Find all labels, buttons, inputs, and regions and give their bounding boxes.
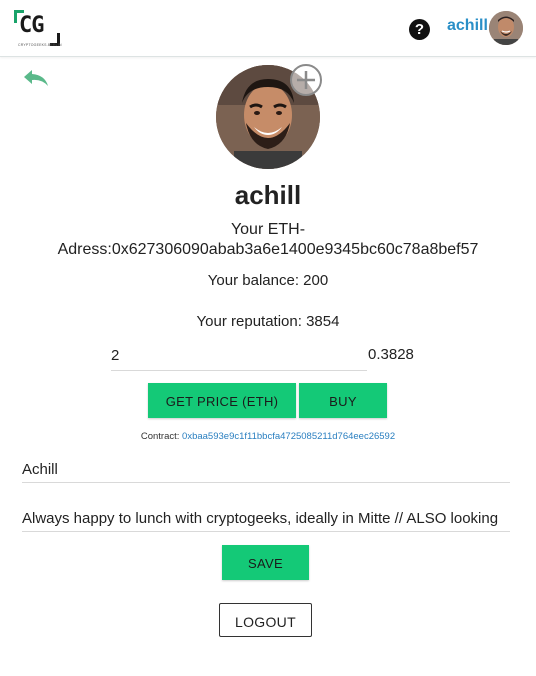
avatar-photo bbox=[489, 11, 523, 45]
logo-tagline: CRYPTOGEEKS.BERLIN bbox=[18, 43, 62, 47]
header-username[interactable]: achill bbox=[447, 17, 488, 35]
get-price-button[interactable]: GET PRICE (ETH) bbox=[148, 383, 296, 418]
token-amount-input[interactable] bbox=[111, 340, 367, 371]
reputation-text: Your reputation: 3854 bbox=[196, 313, 340, 330]
logout-button[interactable]: LOGOUT bbox=[219, 603, 312, 637]
contract-line: Contract: 0xbaa593e9c1f11bbcfa4725085211… bbox=[0, 431, 536, 442]
logo-text: CG bbox=[19, 13, 44, 38]
bio-field[interactable] bbox=[22, 505, 510, 532]
name-field[interactable] bbox=[22, 456, 510, 483]
cryptogeeks-logo[interactable]: CG CRYPTOGEEKS.BERLIN bbox=[14, 10, 62, 48]
profile-display-name: achill bbox=[234, 180, 302, 210]
save-button[interactable]: SAVE bbox=[222, 545, 309, 580]
contract-address-link[interactable]: 0xbaa593e9c1f11bbcfa4725085211d764eec265… bbox=[182, 431, 395, 442]
header-avatar[interactable] bbox=[489, 11, 523, 45]
buy-button[interactable]: BUY bbox=[299, 383, 387, 418]
price-value: 0.3828 bbox=[368, 346, 414, 363]
add-photo-icon[interactable] bbox=[289, 63, 323, 97]
back-arrow-icon[interactable] bbox=[22, 68, 50, 88]
eth-address-label: Your ETH- bbox=[230, 221, 306, 238]
help-icon[interactable]: ? bbox=[409, 19, 430, 40]
balance-text: Your balance: 200 bbox=[207, 272, 329, 289]
eth-address-value: Adress:0x627306090abab3a6e1400e9345bc60c… bbox=[57, 241, 479, 258]
contract-label: Contract: bbox=[140, 431, 183, 442]
top-bar: CG CRYPTOGEEKS.BERLIN ? achill bbox=[0, 0, 536, 57]
